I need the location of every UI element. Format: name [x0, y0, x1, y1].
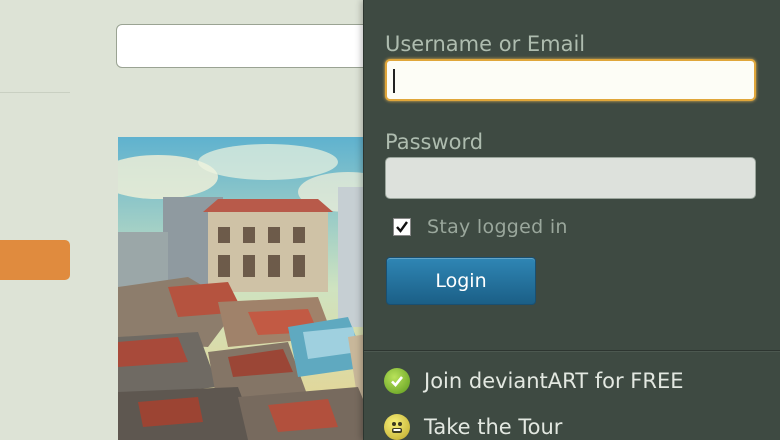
smiley-face-icon — [384, 414, 410, 440]
orange-action-button[interactable] — [0, 240, 70, 280]
password-label: Password — [385, 130, 484, 154]
login-dropdown-panel: Username or Email Password Stay logged i… — [363, 0, 780, 440]
password-input[interactable] — [385, 157, 756, 199]
site-search-input[interactable] — [116, 24, 386, 68]
username-label: Username or Email — [385, 32, 586, 56]
join-link-label[interactable]: Join deviantART for FREE — [424, 369, 683, 393]
stay-logged-in-label: Stay logged in — [427, 216, 568, 238]
page-divider — [0, 92, 70, 93]
join-link[interactable]: Join deviantART for FREE — [384, 368, 683, 394]
stay-logged-in-checkbox[interactable] — [393, 218, 411, 236]
tour-link[interactable]: Take the Tour — [384, 414, 562, 440]
login-button[interactable]: Login — [386, 257, 536, 305]
artwork-illustration — [118, 137, 380, 440]
text-cursor — [393, 69, 395, 93]
checkmark-icon — [396, 221, 408, 233]
green-check-circle-icon — [384, 368, 410, 394]
username-input[interactable] — [385, 59, 756, 101]
panel-divider — [364, 350, 780, 352]
tour-link-label[interactable]: Take the Tour — [424, 415, 562, 439]
stay-logged-in-row[interactable]: Stay logged in — [393, 216, 568, 238]
featured-artwork-image[interactable] — [118, 137, 380, 440]
